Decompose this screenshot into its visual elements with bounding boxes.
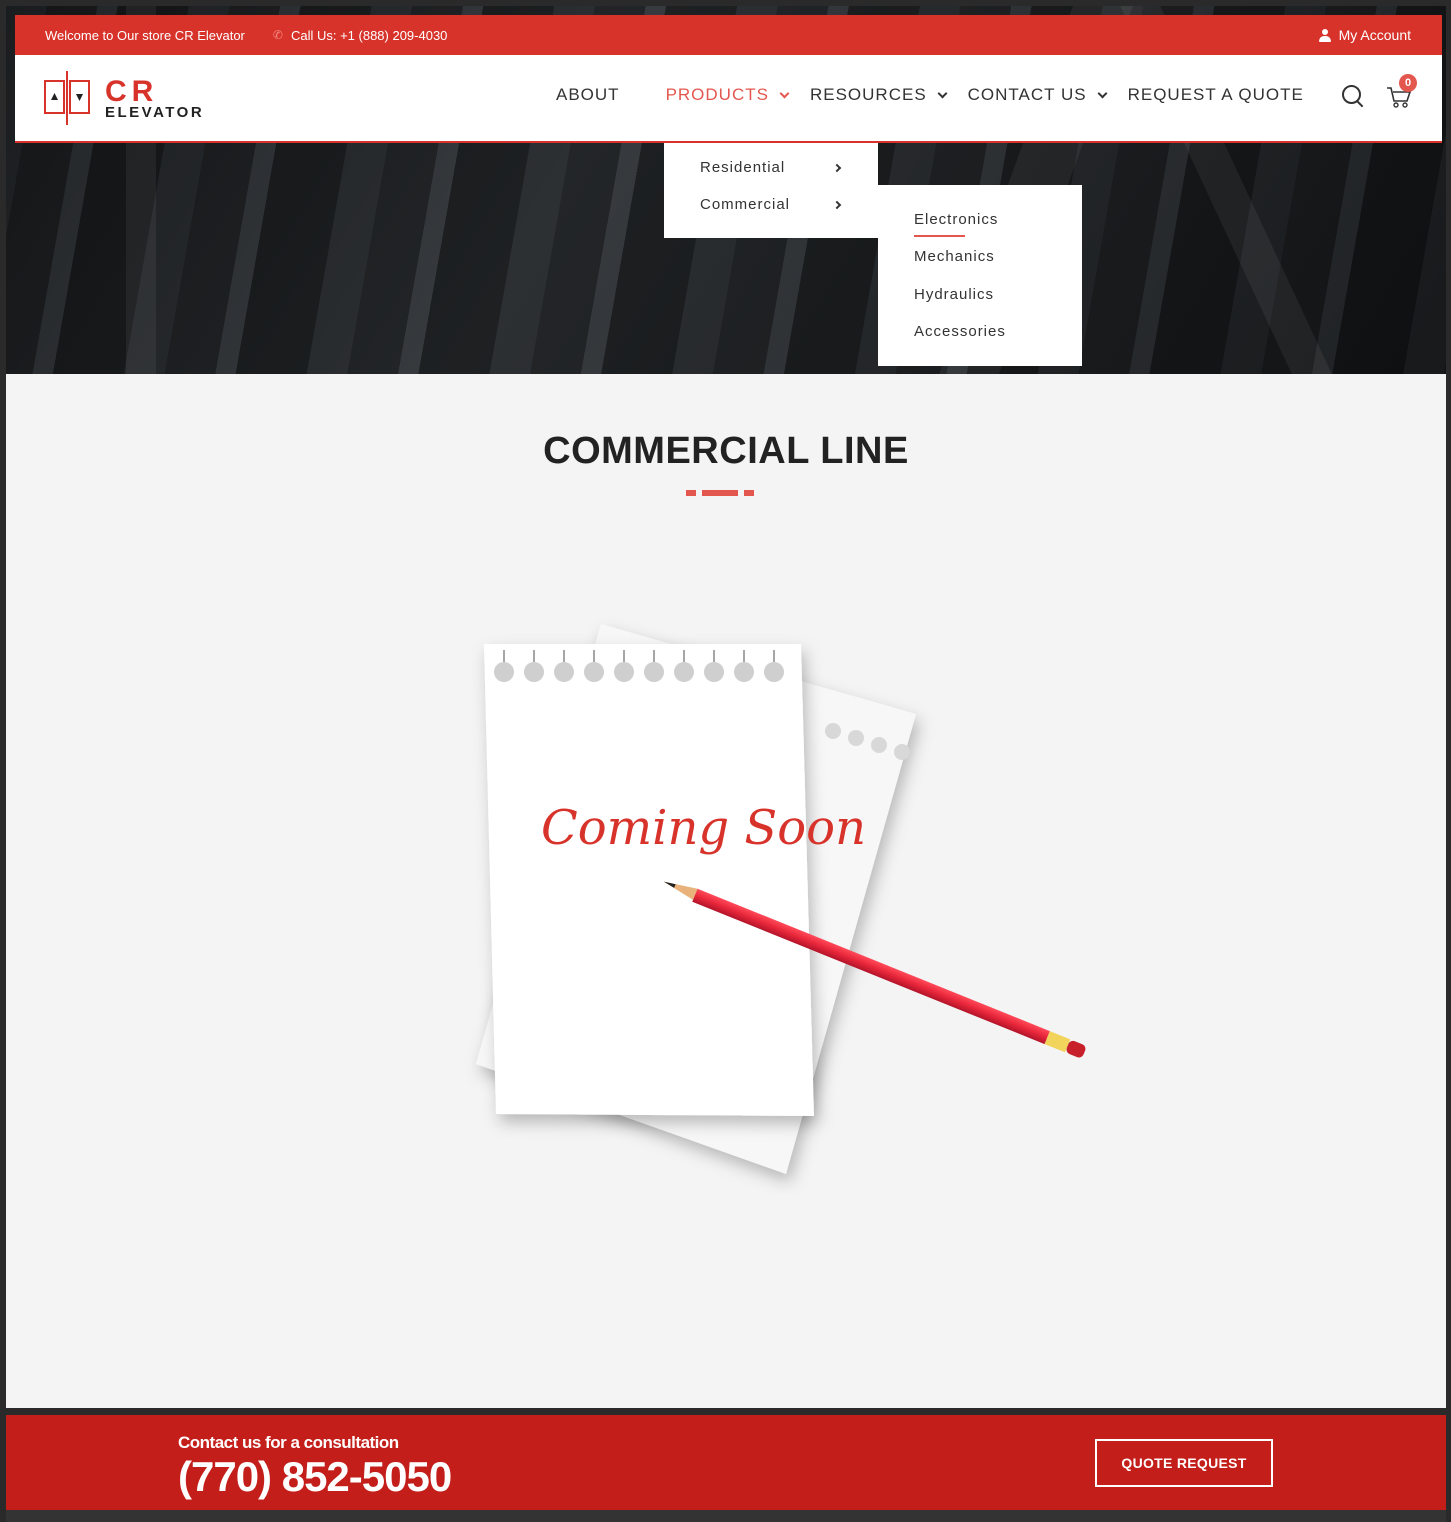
my-account-label: My Account	[1338, 27, 1411, 43]
nav-contact[interactable]: CONTACT US	[967, 85, 1108, 105]
top-phone[interactable]: ✆ Call Us: +1 (888) 209-4030	[273, 28, 448, 43]
coming-soon-illustration: Coming Soon	[476, 624, 1086, 1174]
submenu-item-electronics[interactable]: Electronics	[914, 211, 998, 228]
title-decoration	[686, 490, 754, 496]
logo-wordmark: CR ELEVATOR	[105, 75, 205, 121]
nav-contact-label: CONTACT US	[967, 85, 1087, 104]
chevron-down-icon	[779, 88, 790, 98]
menu-item-residential[interactable]: Residential	[700, 159, 785, 176]
search-icon[interactable]	[1342, 85, 1364, 107]
nav-about[interactable]: ABOUT	[556, 85, 620, 105]
page-title: COMMERCIAL LINE	[543, 430, 909, 472]
elevator-logo-icon	[44, 71, 90, 125]
logo[interactable]: CR ELEVATOR	[43, 69, 233, 127]
cta-phone[interactable]: (770) 852-5050	[178, 1453, 452, 1501]
products-dropdown: Residential Commercial	[664, 143, 878, 238]
menu-item-commercial[interactable]: Commercial	[700, 196, 790, 213]
main-header: CR ELEVATOR ABOUT PRODUCTS RESOURCES CON…	[15, 55, 1442, 143]
main-nav: ABOUT PRODUCTS RESOURCES CONTACT US REQU…	[556, 85, 1304, 105]
commercial-submenu: Electronics Mechanics Hydraulics Accesso…	[878, 185, 1082, 366]
submenu-item-hydraulics[interactable]: Hydraulics	[914, 286, 994, 303]
nav-resources[interactable]: RESOURCES	[809, 85, 948, 105]
quote-request-button[interactable]: QUOTE REQUEST	[1095, 1439, 1273, 1487]
coming-soon-text: Coming Soon	[541, 800, 866, 856]
my-account-link[interactable]: My Account	[1318, 27, 1411, 43]
cart-count-badge: 0	[1399, 74, 1417, 92]
logo-elevator: ELEVATOR	[105, 104, 205, 121]
chevron-down-icon	[937, 88, 948, 98]
nav-products[interactable]: PRODUCTS	[665, 85, 790, 105]
chevron-right-icon	[832, 163, 842, 173]
cta-label: Contact us for a consultation	[178, 1433, 399, 1452]
nav-request-quote-label: REQUEST A QUOTE	[1127, 85, 1304, 104]
top-phone-text: Call Us: +1 (888) 209-4030	[290, 27, 448, 43]
top-bar: Welcome to Our store CR Elevator ✆ Call …	[15, 15, 1442, 55]
active-underline	[914, 235, 965, 237]
user-icon	[1318, 28, 1331, 42]
consultation-cta: Contact us for a consultation (770) 852-…	[6, 1415, 1446, 1510]
phone-icon: ✆	[272, 28, 283, 42]
welcome-text: Welcome to Our store CR Elevator	[45, 27, 245, 43]
nav-products-label: PRODUCTS	[665, 85, 769, 104]
chevron-right-icon	[832, 200, 842, 210]
chevron-down-icon	[1097, 88, 1108, 98]
nav-request-quote[interactable]: REQUEST A QUOTE	[1128, 85, 1304, 105]
main-content: COMMERCIAL LINE Coming Soon	[6, 374, 1446, 1408]
nav-resources-label: RESOURCES	[809, 85, 927, 104]
logo-cr: CR	[105, 75, 159, 108]
nav-about-label: ABOUT	[556, 85, 620, 104]
submenu-item-accessories[interactable]: Accessories	[914, 323, 1006, 340]
submenu-item-mechanics[interactable]: Mechanics	[914, 248, 995, 265]
footer-strip	[6, 1510, 1446, 1522]
